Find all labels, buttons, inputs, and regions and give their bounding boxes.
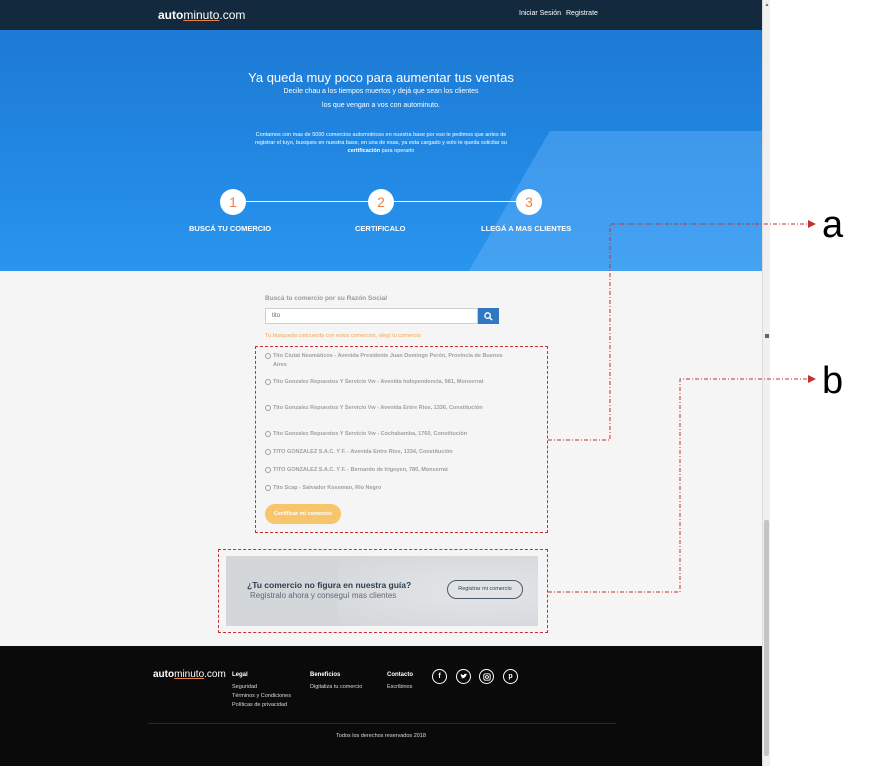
page: autominuto.com Iniciar Sesión Registrate… [0, 0, 874, 766]
annotation-label-a: a [822, 204, 844, 246]
annotation-label-b: b [822, 360, 844, 402]
arrowhead-a-icon [808, 220, 816, 228]
arrowhead-b-icon [808, 375, 816, 383]
annotation-line-a [548, 223, 808, 441]
annotation-leader-lines [548, 220, 816, 593]
annotation-line-b [548, 378, 808, 593]
